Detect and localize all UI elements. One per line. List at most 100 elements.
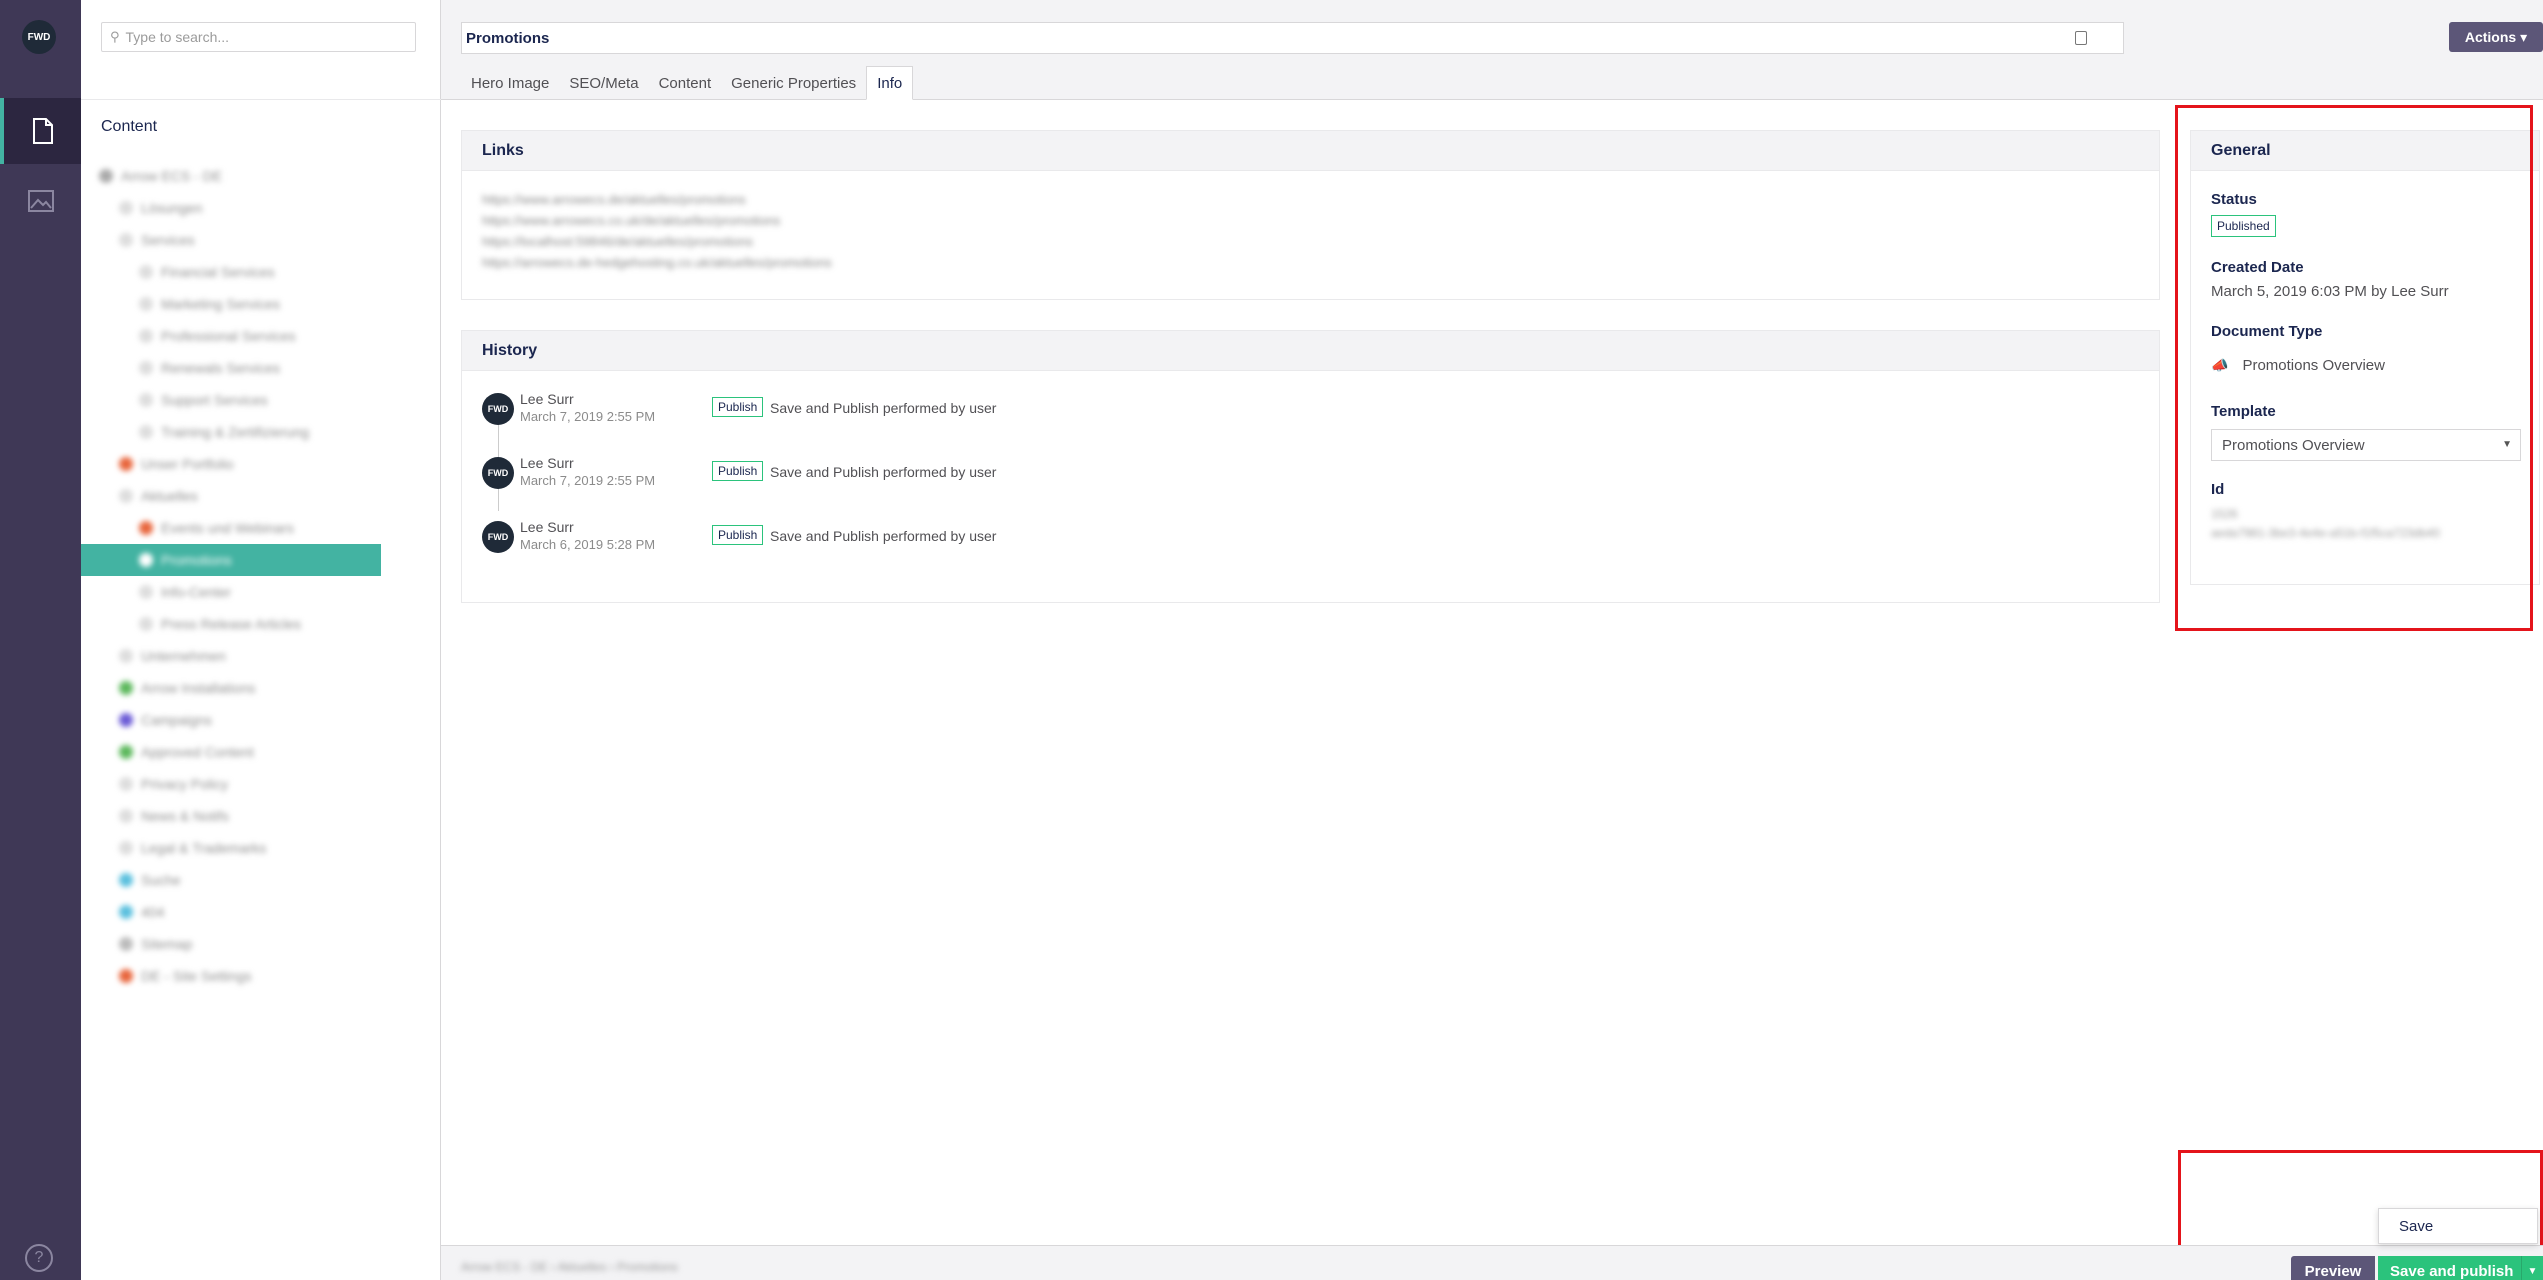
lock-icon[interactable] [2075,31,2087,45]
save-menu-item[interactable]: Save [2378,1208,2538,1244]
tree-item[interactable]: Aktuelles [81,480,441,512]
tree-item[interactable]: News & Notifs [81,800,441,832]
tree-item-label: Legal & Trademarks [141,840,267,856]
history-title: History [462,331,2159,371]
publish-badge: Publish [712,397,764,417]
tree-item[interactable]: Arrow Installations [81,672,441,704]
tree-node-icon [119,457,133,471]
tree-item-label: Marketing Services [161,296,281,312]
tab-content[interactable]: Content [649,66,722,100]
tree-node-icon [119,969,133,983]
search-icon: ⚲ [110,29,120,44]
tree-node-icon [139,585,153,599]
tree-node-icon [119,713,133,727]
link-item[interactable]: https://arrowecs.de-hedgehosting.co.uk/a… [482,252,2139,273]
tab-seo-meta[interactable]: SEO/Meta [559,66,648,100]
tree-item[interactable]: DE - Site Settings [81,960,441,992]
tree-item-label: Aktuelles [141,488,198,504]
tree-item[interactable]: Info-Center [81,576,441,608]
tree-node-icon [139,265,153,279]
tree-node-icon [139,361,153,375]
tree-item[interactable]: Sitemap [81,928,441,960]
tree-node-icon [139,425,153,439]
tree-node-icon [139,329,153,343]
tree-item[interactable]: 404 [81,896,441,928]
tree-item[interactable]: Arrow ECS - DE [81,160,441,192]
tree-item[interactable]: Training & Zertifizierung [81,416,441,448]
tree-item-label: Press Release Articles [161,616,302,632]
tree-item[interactable]: Lösungen [81,192,441,224]
link-item[interactable]: https://www.arrowecs.co.uk/de/aktuelles/… [482,210,2139,231]
tree-item[interactable]: Support Services [81,384,441,416]
tree-item[interactable]: Professional Services [81,320,441,352]
tree-node-icon [119,905,133,919]
image-icon [27,190,54,212]
chevron-down-icon[interactable]: ▼ [2521,1256,2543,1280]
tree-item[interactable]: Suche [81,864,441,896]
tree-item[interactable]: Approved Content [81,736,441,768]
links-title: Links [462,131,2159,171]
tab-generic-properties[interactable]: Generic Properties [721,66,866,100]
tab-info[interactable]: Info [866,66,914,100]
tree-item-label: Unternehmen [141,648,226,664]
document-name-input[interactable]: Promotions [461,22,2124,54]
tree-node-icon [119,233,133,247]
tree-item[interactable]: Promotions [81,544,381,576]
editor-footer: Arrow ECS - DE › Aktuelles › Promotions … [441,1245,2543,1280]
links-box: Links https://www.arrowecs.de/aktuelles/… [461,130,2160,300]
avatar: FWD [482,393,514,425]
breadcrumb[interactable]: Arrow ECS - DE › Aktuelles › Promotions [461,1260,678,1274]
media-section-button[interactable] [0,168,81,234]
help-icon[interactable]: ? [25,1244,53,1272]
logo[interactable]: FWD [22,20,56,54]
actions-button[interactable]: Actions ▾ [2449,22,2543,52]
tree-item[interactable]: Unser Portfolio [81,448,441,480]
tree-node-icon [139,553,153,567]
tree-item[interactable]: Legal & Trademarks [81,832,441,864]
history-date: March 7, 2019 2:55 PM [520,473,656,488]
tree-node-icon [139,617,153,631]
content-section-button[interactable] [0,98,81,164]
tree-item-label: Sitemap [141,936,193,952]
tree-item[interactable]: Press Release Articles [81,608,441,640]
search-input[interactable]: ⚲ Type to search... [101,22,416,52]
tree-item-label: Events und Webinars [161,520,294,536]
tree-item[interactable]: Campaigns [81,704,441,736]
save-and-publish-button[interactable]: Save and publish ▼ [2378,1256,2543,1280]
tree-node-icon [119,681,133,695]
tree-item[interactable]: Unternehmen [81,640,441,672]
tree-node-icon [139,297,153,311]
tree-item-label: Support Services [161,392,268,408]
preview-button[interactable]: Preview [2291,1256,2375,1280]
content-tree-panel: ⚲ Type to search... Content Arrow ECS - … [81,0,441,1280]
tree-item-label: DE - Site Settings [141,968,252,984]
tree-item[interactable]: Financial Services [81,256,441,288]
tree-section-title: Content [101,118,158,135]
divider [81,99,441,100]
tree-item-label: Financial Services [161,264,275,280]
tree-item[interactable]: Renewals Services [81,352,441,384]
document-icon [32,118,53,144]
tree-node-icon [119,201,133,215]
link-item[interactable]: https://www.arrowecs.de/aktuelles/promot… [482,189,2139,210]
tree-node-icon [119,745,133,759]
tree-item-label: News & Notifs [141,808,229,824]
history-date: March 6, 2019 5:28 PM [520,537,656,552]
tree-item[interactable]: Marketing Services [81,288,441,320]
tree-node-icon [119,841,133,855]
history-text: Save and Publish performed by user [770,528,997,544]
tree-item-label: Arrow Installations [141,680,256,696]
tree-item[interactable]: Privacy Policy [81,768,441,800]
tree-item[interactable]: Events und Webinars [81,512,441,544]
history-user: Lee Surr [520,391,574,407]
link-item[interactable]: https://localhost:59846/de/aktuelles/pro… [482,231,2139,252]
tree-node-icon [139,393,153,407]
tab-bar: Hero Image SEO/Meta Content Generic Prop… [461,66,914,100]
editor-header: Promotions Actions ▾ Hero Image SEO/Meta… [441,0,2543,100]
tree-item-label: Campaigns [141,712,212,728]
tree-item[interactable]: Services [81,224,441,256]
tab-hero-image[interactable]: Hero Image [461,66,559,100]
tree-node-icon [119,489,133,503]
tree-item-label: 404 [141,904,165,920]
section-rail: FWD ? [0,0,81,1280]
